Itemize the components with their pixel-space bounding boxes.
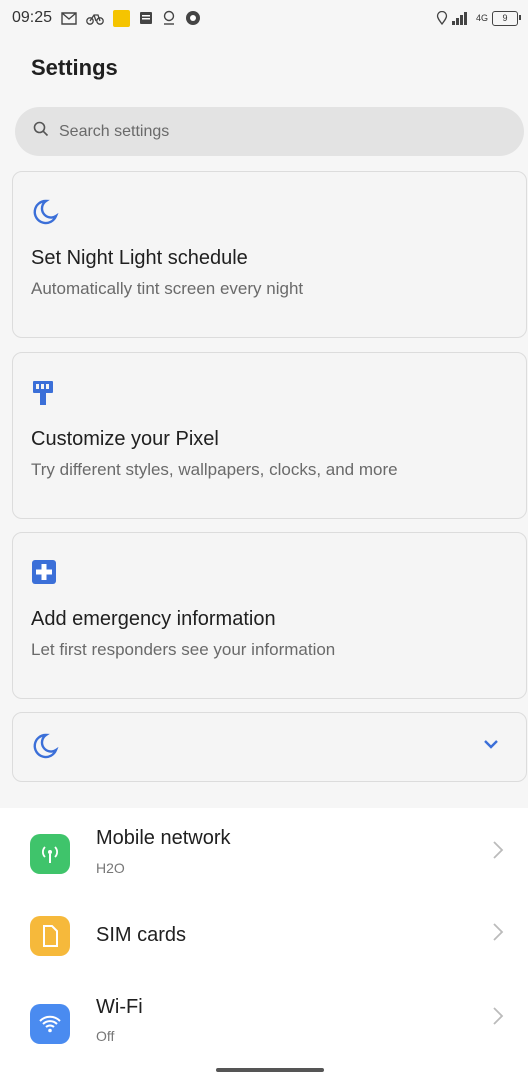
location-icon [436, 9, 448, 27]
list-item-subtitle: Off [96, 1028, 115, 1044]
page-title: Settings [31, 55, 118, 80]
list-item-mobile-network[interactable]: Mobile network H2O [0, 808, 528, 898]
message-icon [139, 9, 153, 27]
yellow-app-icon [113, 9, 131, 27]
medical-plus-icon [31, 559, 57, 590]
list-item-title: Wi-Fi [96, 996, 143, 1018]
settings-list: Mobile network H2O SIM cards Wi-Fi Off [0, 808, 528, 1080]
suggestion-customize[interactable]: Customize your Pixel Try different style… [12, 352, 527, 519]
list-item-title: Mobile network [96, 827, 231, 849]
antenna-icon [30, 834, 70, 874]
search-placeholder: Search settings [59, 122, 170, 140]
suggestion-title: Customize your Pixel [31, 428, 219, 450]
sim-card-icon [30, 916, 70, 956]
wifi-icon [30, 1004, 70, 1044]
chevron-down-icon[interactable] [482, 737, 500, 755]
clock: 09:25 [12, 9, 53, 26]
moon-icon [31, 198, 59, 231]
suggestion-emergency[interactable]: Add emergency information Let first resp… [12, 532, 527, 699]
chevron-right-icon [492, 922, 504, 947]
status-left: 09:25 [12, 9, 201, 27]
list-item-title: SIM cards [96, 924, 187, 946]
suggestion-night-light[interactable]: Set Night Light schedule Automatically t… [12, 171, 527, 338]
list-item-subtitle: H2O [96, 860, 125, 876]
gmail-icon [61, 9, 77, 27]
suggestion-subtitle: Let first responders see your informatio… [31, 640, 336, 659]
location-icon [162, 9, 176, 27]
bike-icon [86, 9, 104, 27]
battery-level: 9 [502, 13, 508, 23]
list-item-wifi[interactable]: Wi-Fi Off [0, 988, 528, 1078]
home-indicator[interactable] [216, 1068, 324, 1072]
battery-icon: 9 [492, 10, 521, 26]
suggestion-subtitle: Try different styles, wallpapers, clocks… [31, 460, 398, 479]
signal-icon [451, 9, 472, 27]
collapsed-suggestion-card[interactable] [12, 712, 527, 782]
suggestion-title: Set Night Light schedule [31, 247, 248, 269]
suggestion-subtitle: Automatically tint screen every night [31, 279, 304, 298]
browser-icon [185, 9, 201, 27]
status-right: 4G 9 [436, 9, 521, 27]
brush-icon [31, 379, 55, 412]
chevron-right-icon [492, 840, 504, 865]
moon-icon [31, 732, 59, 765]
search-input[interactable]: Search settings [15, 107, 524, 156]
status-bar: 09:25 4G 9 [0, 0, 528, 36]
list-item-sim-cards[interactable]: SIM cards [0, 908, 528, 998]
suggestion-title: Add emergency information [31, 608, 276, 630]
search-icon [33, 121, 49, 142]
chevron-right-icon [492, 1006, 504, 1031]
network-label: 4G [475, 13, 488, 23]
